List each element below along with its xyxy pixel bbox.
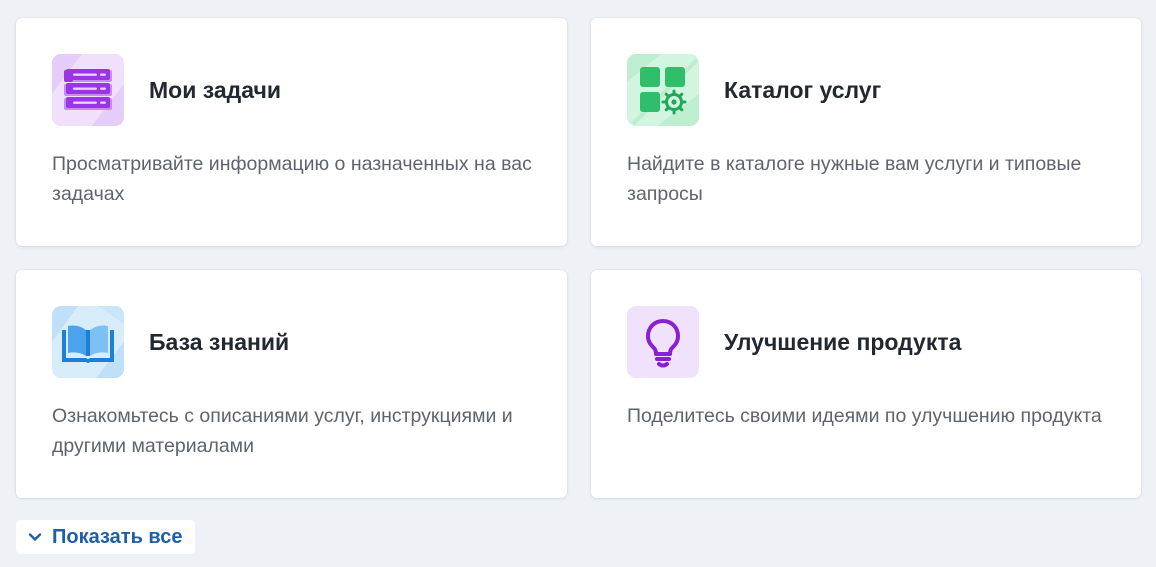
card-description: Просматривайте информацию о назначенных … [52,153,532,205]
chevron-down-icon [28,533,42,541]
card-knowledge-base[interactable]: База знаний Ознакомьтесь с описаниями ус… [16,270,567,498]
card-title: Мои задачи [149,77,281,103]
card-description: Найдите в каталоге нужные вам услуги и т… [627,153,1082,205]
card-description: Ознакомьтесь с описаниями услуг, инструк… [52,405,513,457]
card-title: Улучшение продукта [724,329,962,355]
card-service-catalog[interactable]: Каталог услуг Найдите в каталоге нужные … [591,18,1141,246]
service-catalog-icon [627,54,699,126]
card-title: Каталог услуг [724,77,882,103]
tasks-list-icon [52,54,124,126]
lightbulb-icon [627,306,699,378]
show-all-button[interactable]: Показать все [16,520,196,554]
card-title: База знаний [149,329,290,355]
show-all-label: Показать все [52,526,183,548]
card-product-improvement[interactable]: Улучшение продукта Поделитесь своими иде… [591,270,1141,498]
card-description: Поделитесь своими идеями по улучшению пр… [627,405,1102,427]
card-my-tasks[interactable]: Мои задачи Просматривайте информацию о н… [16,18,567,246]
book-icon [52,306,124,378]
